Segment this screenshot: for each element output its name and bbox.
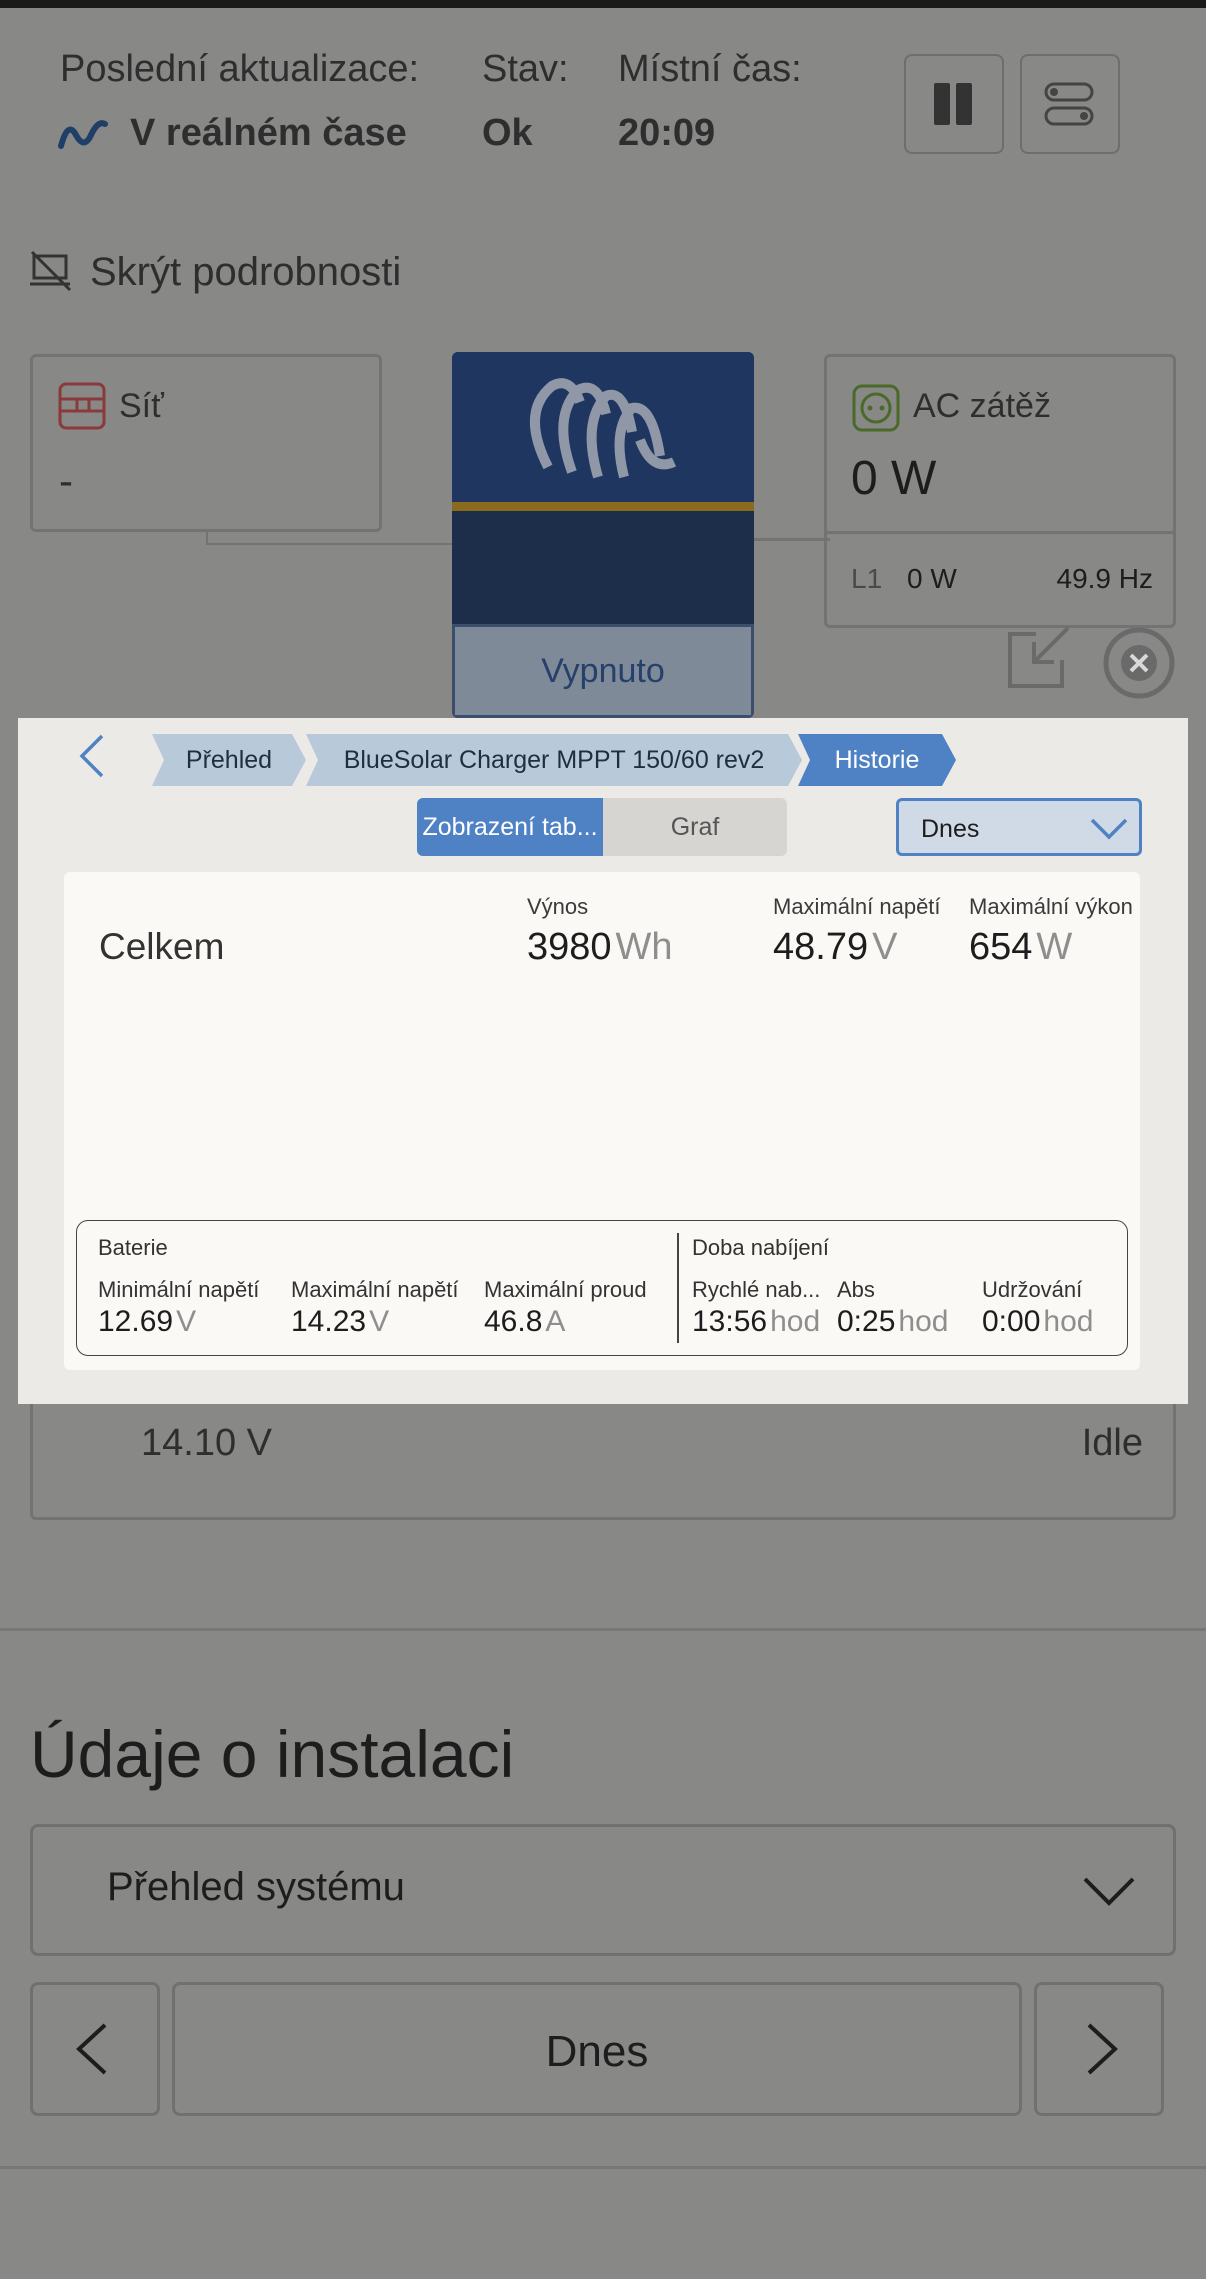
max-current-unit: A [545, 1305, 566, 1338]
ac-load-title: AC zátěž [913, 387, 1051, 425]
load-connection-line [752, 538, 830, 541]
inverter-logo-area [452, 352, 754, 502]
abs-label: Abs [837, 1277, 875, 1302]
box-divider [677, 1233, 679, 1343]
float-value: 0:00 [982, 1305, 1041, 1338]
history-table-panel: Celkem Výnos 3980 Wh Maximální napětí 48.… [64, 872, 1140, 1370]
abs-value: 0:25 [837, 1305, 896, 1338]
max-voltage-value: 48.79 [773, 926, 869, 968]
divider [827, 531, 1173, 534]
hide-details-link[interactable]: Skrýt podrobnosti [90, 250, 401, 295]
float-unit: hod [1043, 1305, 1094, 1338]
battery-max-voltage-label: Maximální napětí [291, 1277, 459, 1302]
close-icon [1103, 627, 1175, 699]
battery-charge-box: Baterie Minimální napětí 12.69 V Maximáln… [76, 1220, 1128, 1356]
max-current-label: Maximální proud [484, 1277, 647, 1302]
min-voltage-unit: V [176, 1305, 197, 1338]
max-power-value: 654 [969, 926, 1033, 968]
max-voltage-unit: V [872, 926, 898, 968]
chevron-left-icon [76, 2023, 107, 2075]
columns-icon [934, 83, 972, 125]
float-label: Udržování [982, 1277, 1083, 1302]
last-update-label: Poslední aktualizace: [60, 48, 420, 90]
next-day-button[interactable] [1034, 1982, 1164, 2116]
layout-toggle-button[interactable] [1020, 54, 1120, 154]
period-select-value: Dnes [921, 815, 980, 843]
background-state: Idle [1081, 1422, 1143, 1464]
victron-logo-icon [530, 378, 677, 479]
min-voltage-label: Minimální napětí [98, 1277, 260, 1302]
local-time-label: Místní čas: [618, 48, 802, 90]
battery-max-voltage-value: 14.23 [291, 1305, 367, 1338]
yield-label: Výnos [527, 894, 589, 919]
max-power-label: Maximální výkon [969, 894, 1133, 919]
min-voltage-value: 12.69 [98, 1305, 174, 1338]
background-voltage: 14.10 V [141, 1422, 272, 1464]
grid-title: Síť [119, 387, 164, 425]
grid-card[interactable]: Síť - [30, 354, 382, 532]
chevron-left-icon [79, 734, 104, 778]
local-time-value: 20:09 [618, 112, 716, 154]
table-view-tab[interactable]: Zobrazení tab... [417, 798, 603, 856]
hide-details-icon [28, 248, 76, 301]
graph-view-tab[interactable]: Graf [603, 798, 787, 856]
ac-load-value: 0 W [851, 452, 937, 505]
top-status-bar [0, 0, 1206, 8]
max-current-value: 46.8 [484, 1305, 543, 1338]
toggles-icon [1044, 82, 1094, 126]
grid-value: - [59, 457, 73, 504]
max-power-unit: W [1036, 926, 1073, 968]
layout-columns-button[interactable] [904, 54, 1004, 154]
close-button[interactable] [1102, 626, 1176, 705]
view-toggle: Zobrazení tab... Graf [417, 798, 787, 856]
chevron-down-icon [1081, 1871, 1137, 1916]
battery-title: Baterie [98, 1235, 168, 1260]
last-update-value: V reálném čase [130, 112, 407, 154]
battery-max-voltage-unit: V [369, 1305, 390, 1338]
yield-value: 3980 [527, 926, 612, 968]
ac-load-card[interactable]: AC zátěž 0 W L1 0 W 49.9 Hz [824, 354, 1176, 628]
previous-day-button[interactable] [30, 1982, 160, 2116]
charge-time-title: Doba nabíjení [692, 1235, 829, 1260]
max-voltage-label: Maximální napětí [773, 894, 941, 919]
yield-unit: Wh [615, 926, 673, 968]
chevron-right-icon [1087, 2023, 1118, 2075]
inverter-stripe [452, 502, 754, 511]
section-divider [0, 1628, 1206, 1631]
phase-power: 0 W [907, 563, 957, 594]
date-button[interactable]: Dnes [172, 1982, 1022, 2116]
bulk-value: 13:56 [692, 1305, 768, 1338]
state-label: Stav: [482, 48, 569, 90]
state-value: Ok [482, 112, 533, 154]
installation-title: Údaje o instalaci [30, 1717, 515, 1791]
bulk-unit: hod [770, 1305, 821, 1338]
breadcrumb-overview[interactable]: Přehled [152, 734, 306, 786]
popout-button[interactable] [1004, 624, 1070, 695]
grid-connection-line [206, 531, 454, 545]
system-overview-value: Přehled systému [107, 1865, 405, 1909]
realtime-wave-icon [58, 118, 108, 157]
bulk-label: Rychlé nab... [692, 1277, 821, 1302]
back-button[interactable] [74, 730, 114, 787]
date-label: Dnes [545, 2027, 649, 2076]
grid-icon [57, 381, 107, 436]
summary-row-label: Celkem [99, 926, 225, 967]
phase-label: L1 [851, 563, 883, 594]
phase-frequency: 49.9 Hz [1056, 563, 1154, 594]
popout-icon [1008, 626, 1070, 688]
breadcrumb-history[interactable]: Historie [798, 734, 956, 786]
bottom-divider [0, 2166, 1206, 2169]
inverter-status: Vypnuto [541, 652, 665, 690]
abs-unit: hod [898, 1305, 949, 1338]
breadcrumb-device[interactable]: BlueSolar Charger MPPT 150/60 rev2 [306, 734, 802, 786]
period-select[interactable]: Dnes [896, 798, 1142, 856]
socket-icon [851, 383, 901, 438]
chevron-down-icon [1089, 815, 1129, 846]
inverter-card[interactable]: Vypnuto [452, 352, 754, 718]
system-overview-select[interactable]: Přehled systému [30, 1824, 1176, 1956]
